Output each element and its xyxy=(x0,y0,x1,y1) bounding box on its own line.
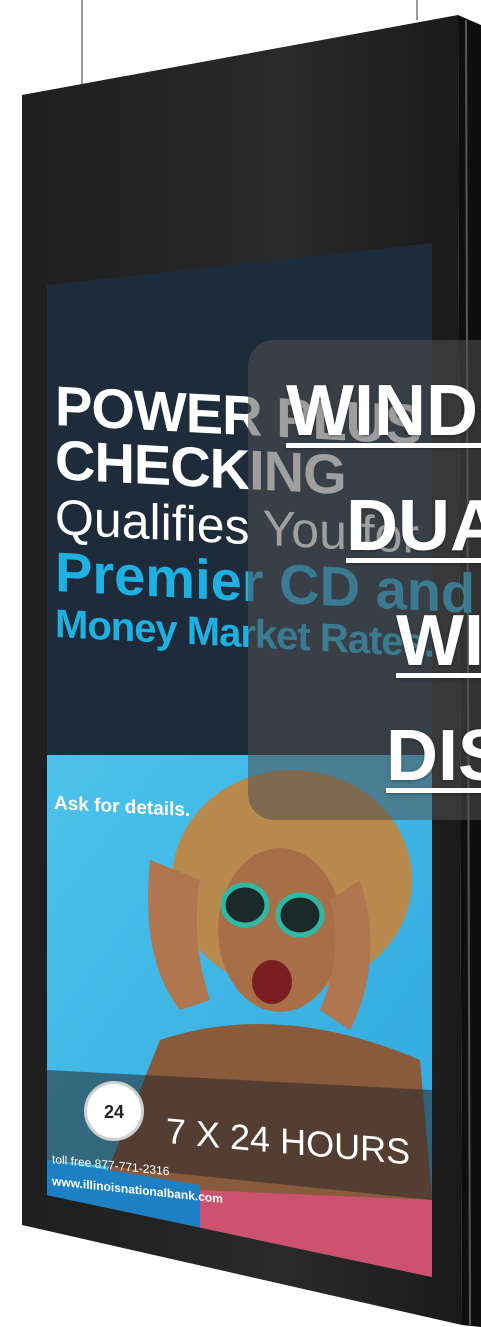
person-mouth xyxy=(252,960,292,1004)
overlay-line-2: DUAL xyxy=(346,486,481,566)
overlay-line-3: WINDOW xyxy=(396,601,481,681)
overlay-line-4: DISPLAY xyxy=(386,716,481,796)
badge-label: 24 xyxy=(103,1102,125,1122)
person-sunglasses-left xyxy=(220,882,270,928)
clock-24-icon: 24 xyxy=(84,1081,144,1141)
overlay-line-1: WINDOW xyxy=(286,371,481,451)
title-overlay: WINDOW DUAL WINDOW DISPLAY xyxy=(248,340,481,820)
person-sunglasses-right xyxy=(275,892,325,938)
